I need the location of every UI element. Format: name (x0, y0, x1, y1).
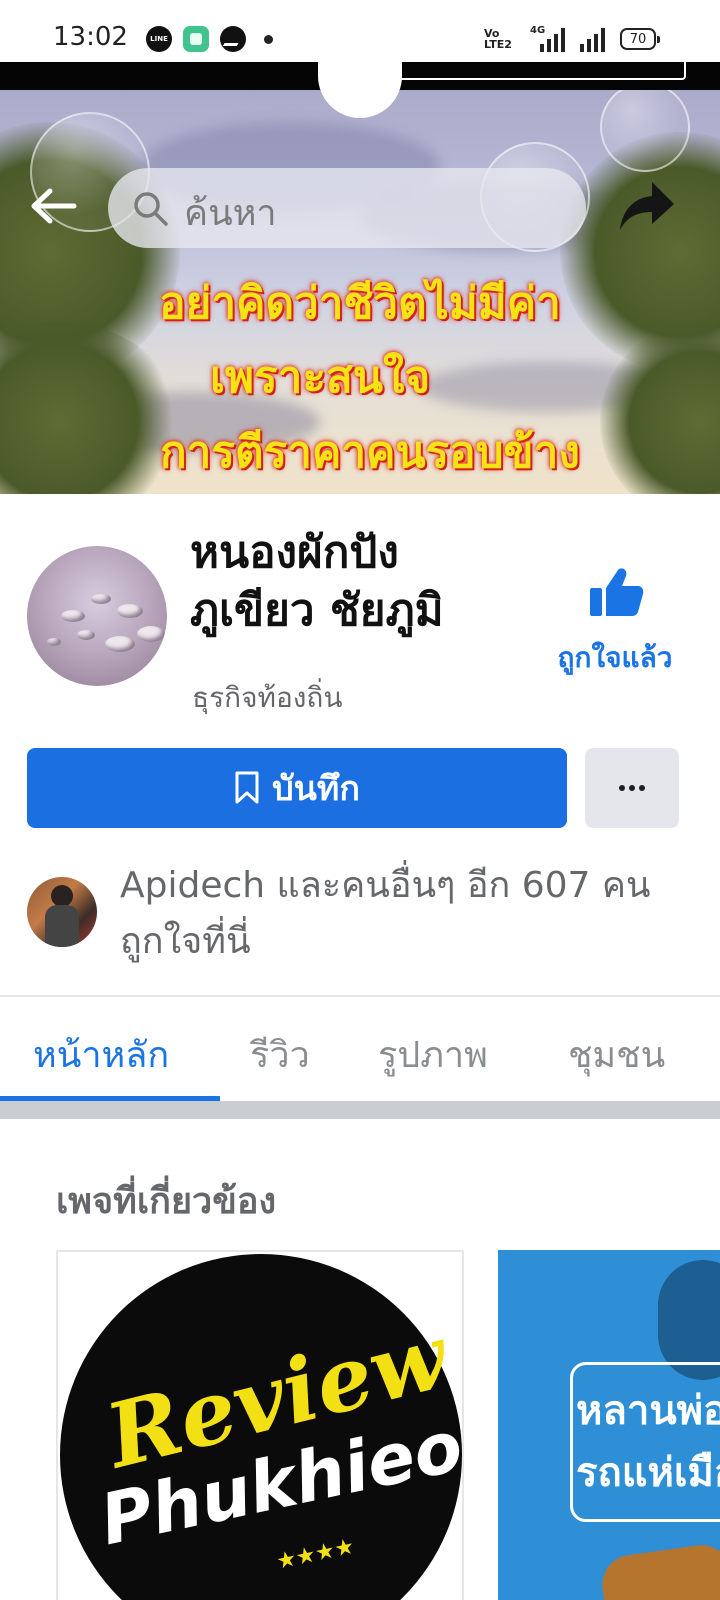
cover-quote-line: อย่าคิดว่าชีวิตไม่มีค่า (159, 278, 561, 329)
back-button[interactable] (28, 186, 78, 226)
more-options-button[interactable] (585, 748, 679, 828)
app-square-icon (183, 26, 209, 52)
notification-dot-icon (264, 35, 273, 44)
more-dot-icon (639, 785, 645, 791)
battery-level: 70 (629, 31, 647, 47)
tab-home[interactable]: หน้าหลัก (33, 1026, 169, 1083)
share-arrow-icon (620, 182, 674, 230)
tab-community[interactable]: ชุมชน (568, 1026, 665, 1083)
more-dot-icon (629, 785, 635, 791)
cover-half-circle (318, 62, 402, 118)
page-category: ธุรกิจท้องถิ่น (192, 681, 343, 714)
signal-icon (580, 28, 605, 52)
page-title: หนองผักปัง ภูเขียว ชัยภูมิ (190, 527, 444, 636)
liked-button[interactable]: ถูกใจแล้ว (540, 566, 690, 686)
likes-summary[interactable]: Apidech และคนอื่นๆ อีก 607 คนถูกใจที่นี่ (120, 858, 680, 970)
search-input[interactable]: ค้นหา (108, 168, 586, 248)
thumbs-up-icon (590, 568, 644, 616)
status-time: 13:02 (53, 22, 128, 52)
logo-text: หลานพ่อ (576, 1388, 720, 1434)
divider (0, 995, 720, 997)
status-bar: 13:02 LINE Vo LTE2 4G 70 (0, 0, 720, 62)
tab-reviews[interactable]: รีวิว (250, 1026, 310, 1083)
cover-quote-line: การตีราคาคนรอบข้าง (160, 427, 580, 478)
related-page-card[interactable]: Review Phukhieo ★★★★ (56, 1250, 464, 1600)
related-page-card[interactable]: หลานพ่อ รถแห่เมือ (498, 1250, 720, 1600)
guitar-image (598, 1541, 720, 1600)
page-tabs: หน้าหลัก รีวิว รูปภาพ ชุมชน (0, 1000, 720, 1101)
save-button[interactable]: บันทึก (27, 748, 567, 828)
tab-photos[interactable]: รูปภาพ (378, 1026, 488, 1083)
line-icon: LINE (146, 26, 172, 52)
search-icon (134, 192, 168, 226)
logo-text: รถแห่เมือ (576, 1450, 720, 1496)
save-label: บันทึก (272, 769, 360, 809)
section-separator (0, 1101, 720, 1119)
page-avatar[interactable] (27, 546, 167, 686)
liked-label: ถูกใจแล้ว (557, 641, 673, 674)
search-placeholder: ค้นหา (184, 193, 277, 234)
cover-quote-line: เพราะสนใจ (210, 352, 431, 403)
battery-icon: 70 (620, 28, 660, 50)
share-button[interactable] (618, 178, 676, 234)
cover-photo[interactable]: อย่าคิดว่าชีวิตไม่มีค่า เพราะสนใจ การตีร… (0, 62, 720, 494)
messenger-icon (220, 26, 246, 52)
bookmark-icon (235, 771, 259, 804)
related-pages-heading: เพจที่เกี่ยวข้อง (56, 1181, 277, 1222)
volte-label: Vo LTE2 (484, 27, 512, 51)
friend-avatar[interactable] (27, 877, 97, 947)
back-arrow-icon (31, 188, 77, 224)
more-dot-icon (619, 785, 625, 791)
signal-icon (540, 28, 565, 52)
